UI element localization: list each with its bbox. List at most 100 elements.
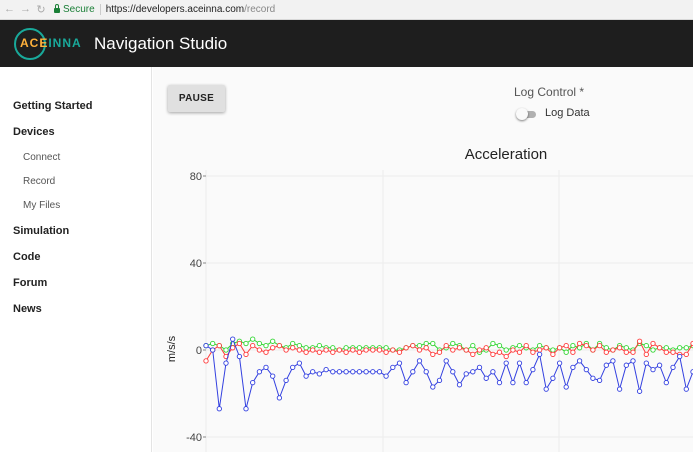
data-point-x [323,347,329,353]
chart-grid [205,170,693,452]
browser-address-bar[interactable]: ← → ↻ Secure https://developers.aceinna.… [0,0,693,20]
sidebar-item-my-files[interactable]: My Files [23,200,60,211]
data-point-y [423,340,429,347]
chart-series [203,336,693,412]
back-icon[interactable]: ← [4,3,15,16]
sidebar-item-simulation[interactable]: Simulation [13,225,69,237]
data-point-z [510,379,516,386]
y-tick-label: 40 [190,258,202,270]
data-point-y [650,347,656,353]
sidebar-item-devices[interactable]: Devices [13,126,55,138]
data-point-x [503,353,509,360]
data-point-z [376,369,383,375]
data-point-x [250,342,256,349]
data-point-z [650,366,656,373]
data-point-y [503,347,509,353]
data-point-z [543,386,549,392]
data-point-z [330,369,336,375]
lock-icon [54,4,60,13]
data-point-z [416,358,423,364]
data-point-y [356,345,363,351]
data-point-y [223,347,229,353]
sidebar-item-news[interactable]: News [13,303,42,315]
data-point-y [677,345,683,351]
data-point-z [670,364,676,371]
data-point-y [303,345,309,351]
data-point-z [616,386,623,392]
data-point-x [376,347,383,353]
sidebar-item-getting-started[interactable]: Getting Started [13,100,92,112]
data-point-z [656,362,663,368]
data-point-y [643,342,649,349]
data-point-z [283,377,289,384]
data-point-z [503,360,509,366]
sidebar-item-forum[interactable]: Forum [13,277,47,289]
data-point-x [563,342,569,349]
data-point-z [630,358,636,364]
data-point-y [570,342,576,349]
data-point-x [263,349,269,355]
data-point-x [490,351,496,358]
data-point-x [443,342,449,349]
data-point-y [270,338,276,344]
app-header: ACEINNA Navigation Studio [0,20,693,67]
data-point-y [430,340,436,347]
data-point-z [683,386,689,392]
data-point-x [656,345,663,351]
y-axis-ticks: 80 40 0 -40 [186,171,206,444]
data-point-x [663,349,669,355]
data-point-y [683,345,689,351]
data-point-x [303,349,309,355]
data-point-z [536,351,543,358]
data-point-x [216,342,222,349]
y-tick-label: -40 [186,432,202,444]
data-point-x [510,347,516,353]
data-point-z [383,373,389,379]
data-point-z [523,379,529,386]
y-axis-label: m/s/s [166,335,178,362]
data-point-x [276,342,283,349]
data-point-z [563,384,569,390]
sidebar-item-code[interactable]: Code [13,251,41,263]
secure-indicator[interactable]: Secure [54,4,95,15]
data-point-z [390,364,396,371]
forward-icon[interactable]: → [20,3,31,16]
data-point-x [296,347,303,353]
data-point-x [450,347,456,353]
data-point-z [323,366,329,373]
data-point-z [243,406,249,412]
sidebar-item-connect[interactable]: Connect [23,152,60,163]
data-point-x [383,349,389,355]
data-point-x [630,349,636,355]
data-point-z [396,360,403,366]
url-path[interactable]: /record [244,4,275,15]
data-point-x [670,349,676,355]
data-point-x [590,347,596,353]
data-point-z [216,406,222,412]
data-point-x [310,347,316,353]
data-point-x [203,358,209,364]
data-point-y [603,345,609,351]
data-point-z [677,353,683,360]
reload-icon[interactable]: ↻ [36,3,46,16]
data-point-x [523,342,529,349]
data-point-y [383,345,389,351]
data-point-x [543,345,549,351]
data-point-z [643,360,649,366]
data-point-x [643,351,649,358]
data-point-z [290,364,296,371]
data-point-y [330,345,336,351]
data-point-x [236,340,243,347]
data-point-x [596,342,603,349]
data-point-x [350,347,356,353]
aceinna-logo[interactable]: ACEINNA [14,27,81,61]
data-point-x [456,345,463,351]
data-point-x [463,347,469,353]
data-point-x [636,338,643,344]
data-point-y [316,342,323,349]
data-point-z [223,360,229,366]
sidebar-item-record[interactable]: Record [23,176,55,187]
data-point-y [470,342,476,349]
url-host[interactable]: https://developers.aceinna.com [106,4,244,15]
data-point-y [623,345,629,351]
